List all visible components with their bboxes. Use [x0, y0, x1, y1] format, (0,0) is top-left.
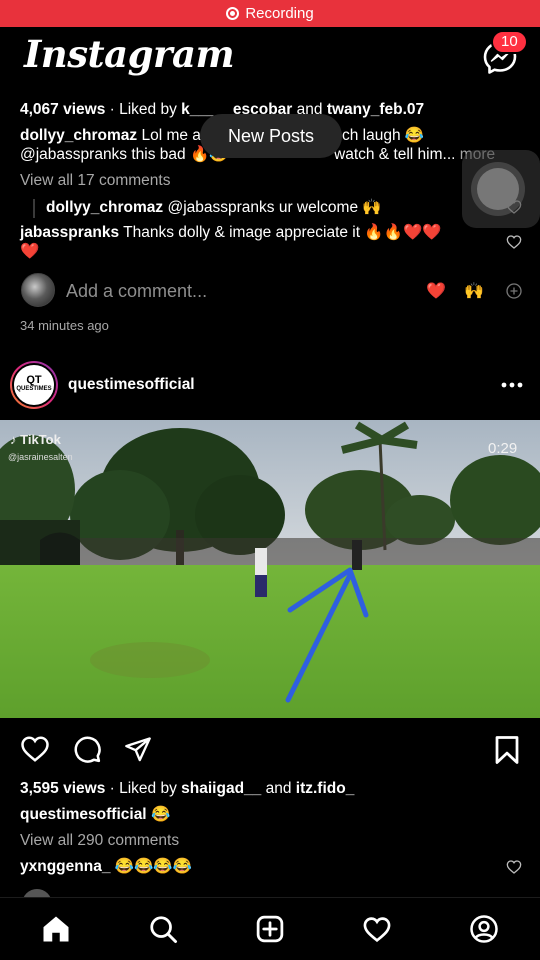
reply-comment: dollyy_chromaz @jabasspranks ur welcome …	[46, 198, 382, 218]
comment-text: @jabasspranks ur welcome 🙌	[167, 199, 382, 216]
comment-icon[interactable]	[72, 734, 102, 764]
bookmark-icon[interactable]	[494, 735, 520, 765]
view-all-comments-link[interactable]: View all 290 comments	[20, 831, 179, 851]
caption-username[interactable]: questimesofficial	[20, 806, 147, 823]
reply-thread-line	[33, 199, 35, 218]
tiktok-label: TikTok	[20, 432, 61, 447]
caption-username[interactable]: dollyy_chromaz	[20, 127, 137, 144]
share-icon[interactable]	[123, 735, 153, 763]
assistive-touch-dot	[477, 168, 519, 210]
video-timer: 0:29	[488, 440, 518, 457]
liked-by-label: Liked by	[119, 101, 177, 118]
avatar-logo-top: QT	[26, 374, 42, 386]
heart-icon[interactable]	[506, 859, 522, 875]
comment-username[interactable]: jabasspranks	[20, 224, 119, 241]
instagram-logo: Instagram	[24, 32, 235, 76]
search-icon[interactable]	[147, 914, 179, 944]
activity-icon[interactable]	[361, 915, 393, 944]
quick-react-heart[interactable]: ❤️	[426, 281, 446, 301]
post2-views[interactable]: 3,595 views	[20, 780, 105, 797]
caption-text-end: ch laugh 😂	[342, 127, 425, 144]
post2-caption: questimesofficial 😂	[20, 805, 170, 825]
add-reaction-icon[interactable]	[506, 283, 522, 299]
liked-user-link[interactable]: twany_feb.07	[327, 101, 424, 118]
liked-user-link[interactable]: itz.fido_	[296, 780, 355, 797]
bottom-tab-bar	[0, 897, 540, 960]
recording-bar[interactable]: Recording	[0, 0, 540, 27]
post1-views[interactable]: 4,067 views	[20, 101, 105, 118]
tiktok-handle: @jasrainesalten	[8, 452, 73, 462]
recording-label: Recording	[245, 5, 314, 22]
caption-text: Lol me a	[141, 127, 201, 144]
post-video[interactable]: ♪ TikTok @jasrainesalten 0:29	[0, 420, 540, 718]
caption-text: watch & tell him...	[334, 146, 456, 163]
tiktok-icon: ♪	[10, 432, 17, 447]
post2-views-row: 3,595 views · Liked by shaiigad__ and it…	[20, 780, 355, 797]
view-all-comments-link[interactable]: View all 17 comments	[20, 171, 170, 191]
liked-by-label: Liked by	[119, 780, 177, 797]
messages-badge: 10	[491, 30, 528, 54]
comment-text: 😂😂😂😂	[114, 858, 192, 875]
create-icon[interactable]	[254, 914, 286, 944]
liked-and: and	[265, 780, 292, 797]
comment: jabasspranks Thanks dolly & image apprec…	[20, 223, 442, 243]
post-timestamp: 34 minutes ago	[20, 318, 109, 333]
quick-react-hands[interactable]: 🙌	[464, 281, 484, 301]
more-icon[interactable]	[500, 378, 524, 392]
comment-username[interactable]: yxnggenna_	[20, 858, 110, 875]
liked-user-link[interactable]: shaiigad__	[181, 780, 261, 797]
avatar-logo-bottom: QUESTIMES	[16, 386, 52, 392]
caption-text: 😂	[150, 806, 171, 823]
heart-icon[interactable]	[506, 234, 522, 250]
home-icon[interactable]	[40, 914, 72, 944]
add-comment-input[interactable]: Add a comment...	[66, 280, 207, 302]
record-icon	[226, 7, 240, 20]
avatar[interactable]: QT QUESTIMES	[10, 361, 58, 409]
post1-caption-line1: dollyy_chromaz Lol me a	[20, 126, 201, 146]
comment-username[interactable]: dollyy_chromaz	[46, 199, 163, 216]
comment-text-wrap: ❤️	[20, 243, 40, 260]
new-posts-button[interactable]: New Posts	[200, 114, 342, 158]
post-username[interactable]: questimesofficial	[68, 375, 195, 395]
video-frame	[0, 420, 540, 718]
avatar[interactable]	[21, 273, 55, 307]
comment: yxnggenna_ 😂😂😂😂	[20, 857, 192, 877]
heart-icon[interactable]	[19, 734, 51, 764]
caption-line2-start: @jabasspranks this bad 🔥😂	[20, 146, 229, 163]
comment-text: Thanks dolly & image appreciate it 🔥🔥❤️❤…	[123, 224, 442, 241]
profile-icon[interactable]	[468, 914, 500, 944]
tiktok-watermark: ♪ TikTok	[10, 432, 61, 447]
